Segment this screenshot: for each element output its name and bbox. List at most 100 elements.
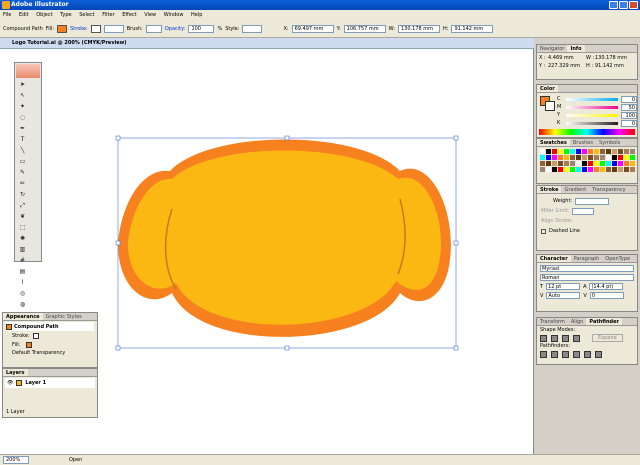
leading-input[interactable]: (14.4 pt) [589, 283, 624, 290]
swatch[interactable] [618, 161, 623, 166]
swatch[interactable] [600, 155, 605, 160]
eyedropper-tool-icon[interactable]: ⌇ [17, 278, 28, 288]
dashed-line-checkbox[interactable] [541, 228, 546, 234]
menu-view[interactable]: View [144, 12, 156, 18]
tab-stroke[interactable]: Stroke [537, 186, 562, 193]
swatch[interactable] [588, 155, 593, 160]
swatch[interactable] [630, 161, 635, 166]
swatch[interactable] [588, 167, 593, 172]
mesh-tool-icon[interactable]: # [17, 256, 28, 266]
tab-symbols[interactable]: Symbols [596, 139, 623, 146]
tab-gradient[interactable]: Gradient [561, 186, 589, 193]
symbol-sprayer-tool-icon[interactable]: ✺ [17, 234, 28, 244]
unite-icon[interactable] [540, 334, 547, 342]
swatch[interactable] [594, 149, 599, 154]
intersect-icon[interactable] [562, 334, 569, 342]
swatch[interactable] [606, 155, 611, 160]
swatch[interactable] [570, 149, 575, 154]
swatch[interactable] [546, 155, 551, 160]
menu-file[interactable]: File [3, 12, 11, 18]
warp-tool-icon[interactable]: ❦ [17, 212, 28, 222]
tab-graphic-styles[interactable]: Graphic Styles [43, 313, 85, 320]
tab-appearance[interactable]: Appearance [3, 313, 43, 320]
stroke-swatch[interactable] [90, 24, 101, 33]
swatch[interactable] [594, 161, 599, 166]
swatch[interactable] [606, 149, 611, 154]
live-paint-tool-icon[interactable]: ◍ [17, 300, 28, 310]
swatch[interactable] [558, 155, 563, 160]
swatch[interactable] [564, 161, 569, 166]
tab-layers[interactable]: Layers [3, 369, 28, 376]
swatch[interactable] [600, 167, 605, 172]
lasso-tool-icon[interactable]: ◌ [17, 113, 28, 123]
color-channel-slider[interactable] [566, 113, 618, 117]
y-field[interactable]: 106.757 mm [343, 24, 386, 33]
tab-transparency[interactable]: Transparency [589, 186, 628, 193]
swatch[interactable] [612, 149, 617, 154]
stroke-weight-input[interactable] [575, 197, 610, 205]
tab-pathfinder[interactable]: Pathfinder [586, 318, 622, 325]
swatch[interactable] [630, 155, 635, 160]
swatch[interactable] [600, 161, 605, 166]
font-size-input[interactable]: 12 pt [546, 283, 581, 290]
column-graph-tool-icon[interactable]: ▥ [17, 245, 28, 255]
line-tool-icon[interactable]: ╲ [17, 146, 28, 156]
crop-icon[interactable] [573, 350, 580, 358]
tab-navigator[interactable]: Navigator [537, 45, 567, 52]
tab-swatches[interactable]: Swatches [537, 139, 570, 146]
swatch[interactable] [630, 167, 635, 172]
swatch[interactable] [564, 155, 569, 160]
tab-opentype[interactable]: OpenType [602, 255, 633, 262]
paintbrush-tool-icon[interactable]: ✎ [17, 168, 28, 178]
merge-icon[interactable] [562, 350, 569, 358]
rotate-tool-icon[interactable]: ↻ [17, 190, 28, 200]
type-tool-icon[interactable]: T [17, 135, 28, 145]
tab-transform[interactable]: Transform [537, 318, 568, 325]
swatch[interactable] [624, 155, 629, 160]
w-field[interactable]: 130.178 mm [398, 24, 440, 33]
swatch[interactable] [576, 161, 581, 166]
opacity-field[interactable]: 100 [188, 24, 215, 33]
tab-brushes[interactable]: Brushes [570, 139, 596, 146]
swatch[interactable] [618, 149, 623, 154]
color-channel-slider[interactable] [566, 105, 618, 109]
color-stroke-icon[interactable] [545, 101, 555, 111]
color-channel-value[interactable]: 0 [621, 119, 637, 127]
swatch[interactable] [588, 161, 593, 166]
swatch[interactable] [624, 161, 629, 166]
opacity-label[interactable]: Opacity: [165, 26, 186, 32]
appearance-fill-swatch[interactable] [26, 341, 33, 348]
stroke-label[interactable]: Stroke: [70, 26, 88, 32]
direct-selection-tool-icon[interactable]: ↖ [17, 91, 28, 101]
brush-dropdown[interactable] [145, 24, 162, 33]
magic-wand-tool-icon[interactable]: ✦ [17, 102, 28, 112]
document-tab[interactable]: Logo Tutorial.ai @ 200% (CMYK/Preview) [0, 38, 534, 49]
swatch[interactable] [600, 149, 605, 154]
swatch[interactable] [540, 167, 545, 172]
swatch[interactable] [558, 149, 563, 154]
color-channel-slider[interactable] [566, 97, 618, 101]
menu-type[interactable]: Type [60, 12, 71, 18]
swatch[interactable] [606, 161, 611, 166]
swatch[interactable] [582, 167, 587, 172]
minimize-button[interactable] [609, 1, 618, 9]
layer-visibility-icon[interactable]: 👁 [7, 380, 13, 386]
swatch[interactable] [564, 167, 569, 172]
close-button[interactable] [629, 1, 638, 9]
minus-front-icon[interactable] [551, 334, 558, 342]
miter-limit-input[interactable] [572, 207, 595, 215]
swatch[interactable] [570, 155, 575, 160]
swatch[interactable] [624, 149, 629, 154]
tab-info[interactable]: Info [567, 45, 585, 52]
expand-button[interactable]: Expand [592, 334, 623, 342]
free-transform-tool-icon[interactable]: ⬚ [17, 223, 28, 233]
swatch[interactable] [582, 161, 587, 166]
kerning-input[interactable]: Auto [546, 292, 581, 299]
swatch[interactable] [546, 167, 551, 172]
swatch[interactable] [570, 167, 575, 172]
font-style-dropdown[interactable]: Roman [540, 274, 634, 281]
rectangle-tool-icon[interactable]: ▭ [17, 157, 28, 167]
layer-name[interactable]: Layer 1 [25, 380, 46, 386]
color-channel-value[interactable]: 100 [621, 111, 637, 119]
color-spectrum-bar[interactable] [539, 129, 635, 135]
